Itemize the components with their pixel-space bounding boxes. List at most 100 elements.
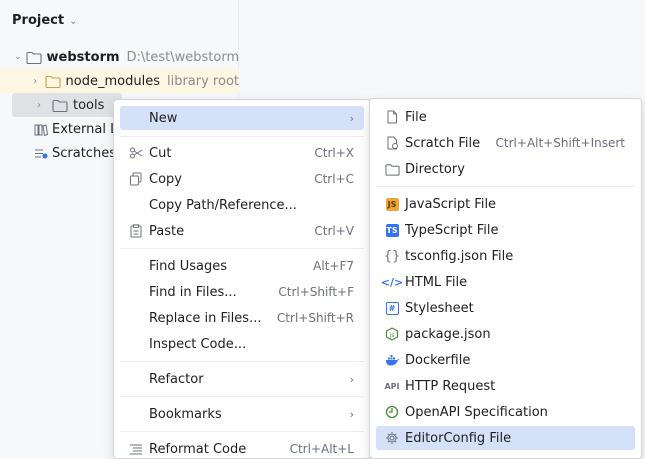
chevron-right-icon[interactable]: ›	[32, 100, 46, 111]
project-header[interactable]: Project ⌄	[12, 10, 77, 30]
menu-item-cut[interactable]: Cut Ctrl+X	[120, 141, 364, 165]
menu-item-label: JavaScript File	[405, 196, 497, 212]
paste-icon	[128, 223, 144, 239]
menu-item-reformat-code[interactable]: Reformat Code Ctrl+Alt+L	[120, 437, 364, 459]
menu-item-label: Reformat Code	[149, 441, 247, 457]
menu-item-label: Find in Files...	[149, 284, 237, 300]
menu-item-label: tsconfig.json File	[405, 248, 514, 264]
menu-item-scratch-file[interactable]: Scratch File Ctrl+Alt+Shift+Insert	[376, 131, 635, 155]
folder-icon	[384, 161, 400, 177]
shortcut: Alt+F7	[313, 259, 354, 273]
menu-item-new[interactable]: New ›	[120, 106, 364, 130]
tree-item-path: D:\test\webstorm	[126, 49, 240, 65]
menu-item-stylesheet[interactable]: # Stylesheet	[376, 296, 635, 320]
json-braces-icon: {}	[383, 248, 401, 264]
menu-item-label: Cut	[149, 145, 172, 161]
menu-separator	[120, 431, 364, 432]
menu-item-label: Replace in Files...	[149, 310, 262, 326]
menu-item-tsconfig[interactable]: {} tsconfig.json File	[376, 244, 635, 268]
menu-item-label: package.json	[405, 326, 491, 342]
menu-item-label: Stylesheet	[405, 300, 474, 316]
menu-item-replace-in-files[interactable]: Replace in Files... Ctrl+Shift+R	[120, 306, 364, 330]
menu-separator	[120, 396, 364, 397]
html-icon: </>	[380, 275, 404, 289]
chevron-right-icon: ›	[349, 372, 354, 386]
menu-item-editorconfig[interactable]: EditorConfig File	[376, 426, 635, 450]
menu-item-label: HTTP Request	[405, 378, 496, 394]
javascript-icon: JS	[384, 196, 400, 212]
menu-separator	[376, 186, 635, 187]
menu-item-label: Inspect Code...	[149, 336, 247, 352]
css-hash-icon: #	[384, 300, 400, 316]
menu-item-label: New	[149, 110, 178, 126]
shortcut: Ctrl+C	[314, 172, 354, 186]
chevron-right-icon: ›	[349, 111, 354, 125]
shortcut: Ctrl+Shift+F	[278, 285, 354, 299]
openapi-icon	[384, 404, 400, 420]
tree-item-webstorm[interactable]: ⌄ webstorm D:\test\webstorm	[0, 45, 239, 69]
tree-item-label: node_modules	[65, 73, 160, 89]
chevron-right-icon: ›	[349, 407, 354, 421]
chevron-down-icon[interactable]: ⌄	[69, 16, 77, 27]
svg-text:js: js	[389, 332, 395, 339]
tree-item-label: External Li	[52, 121, 121, 137]
menu-item-label: TypeScript File	[405, 222, 499, 238]
menu-item-refactor[interactable]: Refactor ›	[120, 367, 364, 391]
menu-item-inspect-code[interactable]: Inspect Code...	[120, 332, 364, 356]
menu-item-label: Find Usages	[149, 258, 228, 274]
menu-item-directory[interactable]: Directory	[376, 157, 635, 181]
scissors-icon	[128, 145, 144, 161]
nodejs-icon: js	[384, 326, 400, 342]
chevron-down-icon[interactable]: ⌄	[14, 52, 22, 62]
api-icon: API	[384, 381, 400, 391]
menu-separator	[120, 361, 364, 362]
gear-icon	[384, 430, 400, 446]
tree-item-label: webstorm	[46, 49, 120, 65]
menu-item-dockerfile[interactable]: Dockerfile	[376, 348, 635, 372]
shortcut: Ctrl+Alt+L	[289, 442, 354, 456]
menu-item-label: Paste	[149, 223, 185, 239]
menu-item-label: Copy	[149, 171, 182, 187]
menu-item-label: EditorConfig File	[405, 430, 512, 446]
menu-item-copy-path[interactable]: Copy Path/Reference...	[120, 193, 364, 217]
tree-item-node-modules[interactable]: › node_modules library root	[0, 69, 239, 93]
menu-item-label: File	[405, 109, 427, 125]
menu-item-html-file[interactable]: </> HTML File	[376, 270, 635, 294]
menu-item-find-usages[interactable]: Find Usages Alt+F7	[120, 254, 364, 278]
context-menu: New › Cut Ctrl+X Copy Ctrl+C Copy Path/R…	[113, 99, 371, 459]
menu-item-find-in-files[interactable]: Find in Files... Ctrl+Shift+F	[120, 280, 364, 304]
shortcut: Ctrl+X	[314, 146, 354, 160]
menu-item-typescript-file[interactable]: TS TypeScript File	[376, 218, 635, 242]
scratches-icon	[34, 147, 48, 160]
menu-item-label: Refactor	[149, 371, 204, 387]
copy-icon	[128, 171, 144, 187]
menu-item-label: OpenAPI Specification	[405, 404, 548, 420]
menu-item-bookmarks[interactable]: Bookmarks ›	[120, 402, 364, 426]
menu-item-paste[interactable]: Paste Ctrl+V	[120, 219, 364, 243]
tree-item-tag: library root	[166, 73, 239, 89]
tree-item-tools[interactable]: › tools	[12, 93, 122, 117]
reformat-icon	[128, 441, 144, 457]
menu-item-javascript-file[interactable]: JS JavaScript File	[376, 192, 635, 216]
menu-item-label: Dockerfile	[405, 352, 471, 368]
menu-separator	[120, 136, 364, 137]
menu-item-label: Bookmarks	[149, 406, 222, 422]
menu-item-file[interactable]: File	[376, 105, 635, 129]
menu-item-package-json[interactable]: js package.json	[376, 322, 635, 346]
tree-item-label: Scratches	[52, 145, 116, 161]
shortcut: Ctrl+V	[314, 224, 354, 238]
chevron-right-icon[interactable]: ›	[32, 76, 39, 87]
menu-item-label: Copy Path/Reference...	[149, 197, 297, 213]
folder-icon	[52, 99, 68, 112]
menu-item-copy[interactable]: Copy Ctrl+C	[120, 167, 364, 191]
new-submenu: File Scratch File Ctrl+Alt+Shift+Insert …	[369, 98, 642, 459]
scratch-file-icon	[384, 135, 400, 151]
shortcut: Ctrl+Alt+Shift+Insert	[495, 136, 625, 150]
shortcut: Ctrl+Shift+R	[276, 311, 354, 325]
folder-icon	[25, 51, 42, 64]
menu-item-label: Directory	[405, 161, 465, 177]
menu-item-openapi[interactable]: OpenAPI Specification	[376, 400, 635, 424]
library-icon	[34, 123, 48, 136]
project-title: Project	[12, 12, 65, 28]
menu-item-http-request[interactable]: API HTTP Request	[376, 374, 635, 398]
